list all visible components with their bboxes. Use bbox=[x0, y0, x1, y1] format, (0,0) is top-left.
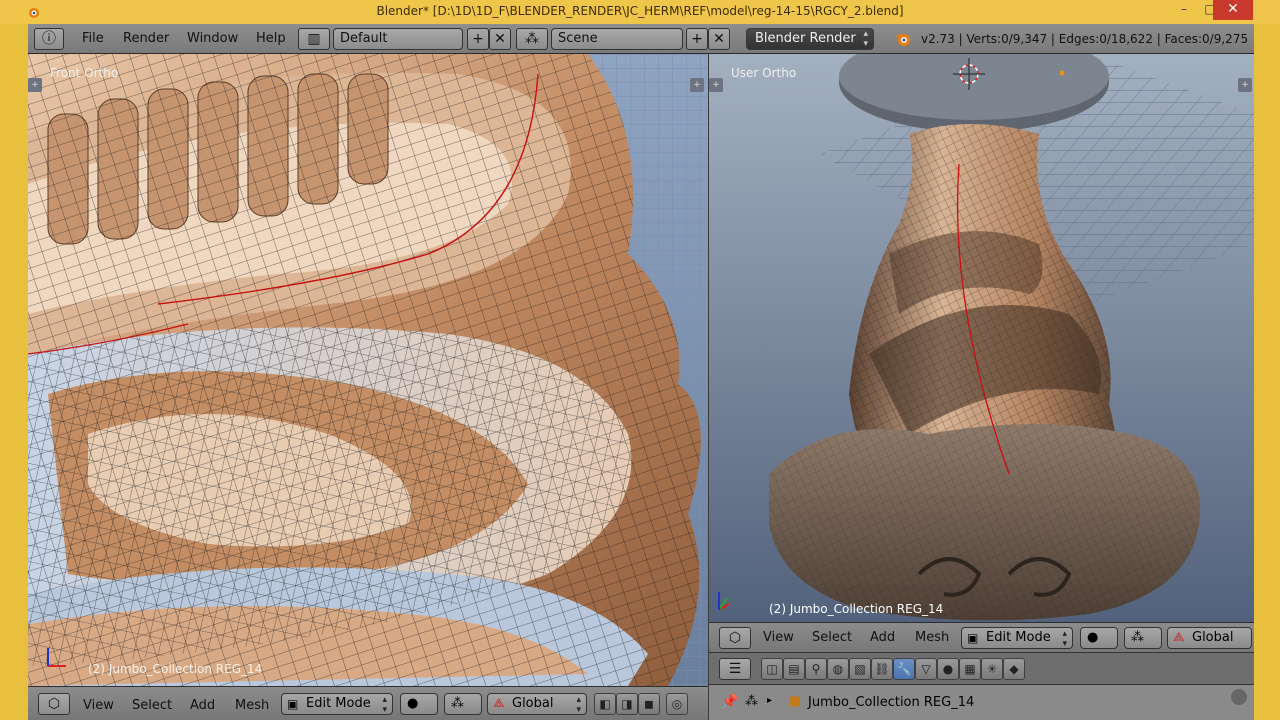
scene-tab-icon[interactable]: ⚲ bbox=[805, 658, 827, 680]
menu-view[interactable]: View bbox=[763, 630, 794, 645]
vertex-select-icon[interactable]: ◧ bbox=[594, 693, 616, 715]
add-layout-icon[interactable]: + bbox=[467, 28, 489, 50]
context-object-name: Jumbo_Collection REG_14 bbox=[808, 695, 975, 710]
menu-mesh[interactable]: Mesh bbox=[915, 630, 949, 645]
menu-file[interactable]: File bbox=[82, 31, 104, 46]
transform-orientation-select[interactable]: ⟁ Global bbox=[1167, 627, 1252, 649]
manipulator-icon: ⟁ bbox=[1173, 630, 1185, 645]
constraints-tab-icon[interactable]: ⛓ bbox=[871, 658, 893, 680]
scene-context-icon: ⁂ bbox=[745, 694, 758, 709]
title-bar: Blender* [D:\1D\1D_F\BLENDER_RENDER\JC_H… bbox=[0, 0, 1280, 24]
edit-mode-icon: ▣ bbox=[287, 697, 299, 711]
render-tab-icon[interactable]: ◫ bbox=[761, 658, 783, 680]
screen-layout-field[interactable]: Default bbox=[333, 28, 463, 50]
menu-mesh[interactable]: Mesh bbox=[235, 698, 269, 713]
screen-layout-icon[interactable]: ▥ bbox=[298, 28, 330, 50]
viewport-shading-select[interactable]: ● bbox=[400, 693, 438, 715]
scene-field[interactable]: Scene bbox=[551, 28, 683, 50]
menu-add[interactable]: Add bbox=[870, 630, 895, 645]
pivot-point-select[interactable]: ⁂ bbox=[1124, 627, 1162, 649]
window-title: Blender* [D:\1D\1D_F\BLENDER_RENDER\JC_H… bbox=[376, 4, 904, 18]
viewport-corner-left-icon[interactable]: + bbox=[28, 78, 42, 92]
viewport-front-ortho[interactable]: Front Ortho + + (2) Jumbo_Collection REG… bbox=[28, 54, 708, 686]
render-engine-select[interactable]: Blender Render ▴ ▾ bbox=[746, 28, 874, 50]
edit-mode-icon: ▣ bbox=[967, 631, 979, 645]
transform-orientation-select[interactable]: ⟁ Global ▴ ▾ bbox=[487, 693, 587, 715]
solid-shading-icon: ● bbox=[407, 696, 419, 711]
render-layers-tab-icon[interactable]: ▤ bbox=[783, 658, 805, 680]
viewport-left-object-label: (2) Jumbo_Collection REG_14 bbox=[88, 662, 263, 676]
viewport-right-corner-left-icon[interactable]: + bbox=[709, 78, 723, 92]
pivot-point-select[interactable]: ⁂ bbox=[444, 693, 482, 715]
menu-add[interactable]: Add bbox=[190, 698, 215, 713]
data-tab-icon[interactable]: ▽ bbox=[915, 658, 937, 680]
solid-shading-icon: ● bbox=[1087, 630, 1099, 645]
orientation-label: Global bbox=[1192, 630, 1234, 645]
properties-editor-icon[interactable]: ☰ bbox=[719, 658, 751, 680]
world-tab-icon[interactable]: ◍ bbox=[827, 658, 849, 680]
breadcrumb-arrow-icon: ▸ bbox=[767, 695, 773, 706]
particles-tab-icon[interactable]: ✳ bbox=[981, 658, 1003, 680]
interaction-mode-label: Edit Mode bbox=[306, 696, 371, 711]
orientation-label: Global bbox=[512, 696, 554, 711]
viewport-right-label: User Ortho bbox=[731, 66, 797, 80]
viewport-left-header: ⬡ View Select Add Mesh ▣ Edit Mode ▴ ▾ ● … bbox=[28, 686, 708, 720]
editor-type-3d-icon[interactable]: ⬡ bbox=[719, 627, 751, 649]
physics-tab-icon[interactable]: ◆ bbox=[1003, 658, 1025, 680]
remove-scene-icon[interactable]: ✕ bbox=[708, 28, 730, 50]
interaction-mode-select[interactable]: ▣ Edit Mode ▴ ▾ bbox=[281, 693, 393, 715]
interaction-mode-label: Edit Mode bbox=[986, 630, 1051, 645]
viewport-corner-right-icon[interactable]: + bbox=[690, 78, 704, 92]
manipulator-icon: ⟁ bbox=[493, 696, 505, 711]
blender-main: ⓘ File Render Window Help ▥ Default + ✕ … bbox=[28, 24, 1254, 720]
viewport-shading-select[interactable]: ● bbox=[1080, 627, 1118, 649]
menu-view[interactable]: View bbox=[83, 698, 114, 713]
dropdown-arrows-icon: ▴ ▾ bbox=[576, 695, 581, 715]
scroll-handle-icon[interactable] bbox=[1231, 689, 1247, 705]
scene-selector-icon[interactable]: ⁂ bbox=[516, 28, 548, 50]
viewport-right-corner-right-icon[interactable]: + bbox=[1238, 78, 1252, 92]
object-tab-icon[interactable]: ▧ bbox=[849, 658, 871, 680]
viewport-user-ortho[interactable]: User Ortho + + (2) Jumbo_Collection REG_… bbox=[709, 54, 1254, 622]
editor-type-3d-icon[interactable]: ⬡ bbox=[38, 693, 70, 715]
viewport-right-object-label: (2) Jumbo_Collection REG_14 bbox=[769, 602, 944, 616]
occlude-geometry-icon[interactable]: ◎ bbox=[666, 693, 688, 715]
object-icon: ■ bbox=[789, 694, 802, 709]
texture-tab-icon[interactable]: ▦ bbox=[959, 658, 981, 680]
material-tab-icon[interactable]: ● bbox=[937, 658, 959, 680]
viewport-right-header: ⬡ View Select Add Mesh ▣ Edit Mode ▴ ▾ ● … bbox=[709, 622, 1254, 652]
menu-select[interactable]: Select bbox=[132, 698, 172, 713]
edge-select-icon[interactable]: ◨ bbox=[616, 693, 638, 715]
properties-context-bar: 📌 ⁂ ▸ ■ Jumbo_Collection REG_14 bbox=[709, 684, 1254, 720]
properties-toolbar: ☰ ◫ ▤ ⚲ ◍ ▧ ⛓ 🔧 ▽ ● ▦ ✳ ◆ bbox=[709, 652, 1254, 684]
info-header: ⓘ File Render Window Help ▥ Default + ✕ … bbox=[28, 24, 1254, 54]
remove-layout-icon[interactable]: ✕ bbox=[489, 28, 511, 50]
dropdown-arrows-icon: ▴ ▾ bbox=[1062, 629, 1067, 649]
pin-icon[interactable]: 📌 bbox=[721, 694, 738, 710]
pivot-icon: ⁂ bbox=[1131, 630, 1144, 645]
menu-render[interactable]: Render bbox=[123, 31, 169, 46]
render-engine-label: Blender Render bbox=[755, 31, 856, 46]
pivot-icon: ⁂ bbox=[451, 696, 464, 711]
add-scene-icon[interactable]: + bbox=[686, 28, 708, 50]
menu-window[interactable]: Window bbox=[187, 31, 238, 46]
interaction-mode-select[interactable]: ▣ Edit Mode ▴ ▾ bbox=[961, 627, 1073, 649]
menu-help[interactable]: Help bbox=[256, 31, 286, 46]
scene-stats: v2.73 | Verts:0/9,347 | Edges:0/18,622 |… bbox=[921, 32, 1249, 46]
mesh-full-render bbox=[709, 54, 1254, 622]
window-frame: Blender* [D:\1D\1D_F\BLENDER_RENDER\JC_H… bbox=[0, 0, 1280, 720]
blender-version-icon bbox=[895, 34, 910, 46]
menu-select[interactable]: Select bbox=[812, 630, 852, 645]
face-select-icon[interactable]: ◼ bbox=[638, 693, 660, 715]
dropdown-arrows-icon: ▴ ▾ bbox=[382, 695, 387, 715]
modifiers-tab-icon[interactable]: 🔧 bbox=[893, 658, 915, 680]
viewport-left-label: Front Ortho bbox=[50, 66, 119, 80]
info-editor-type-icon[interactable]: ⓘ bbox=[34, 28, 64, 50]
dropdown-arrows-icon: ▴ ▾ bbox=[863, 29, 868, 49]
mesh-closeup-render bbox=[28, 54, 708, 686]
close-button[interactable]: ✕ bbox=[1213, 0, 1253, 20]
